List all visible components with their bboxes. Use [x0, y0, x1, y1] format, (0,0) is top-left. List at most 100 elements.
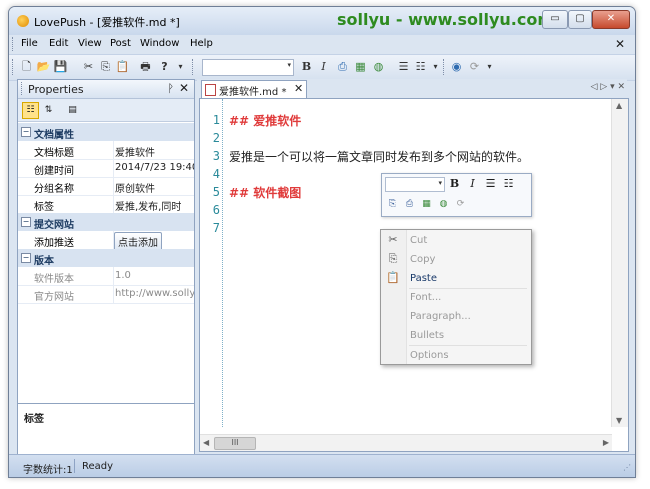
tab-navigation-icons[interactable]: ◁ ▷ ▾ ✕	[591, 82, 625, 92]
scroll-thumb[interactable]: III	[214, 437, 256, 450]
toolbar-overflow-icon-3[interactable]: ▾	[482, 60, 497, 74]
property-row-website[interactable]: 官方网站 http://www.sollyu.com	[18, 285, 194, 304]
vertical-scrollbar[interactable]: ▲ ▼	[611, 99, 628, 427]
copy-icon[interactable]: ⎘	[98, 60, 113, 74]
menu-item-bullets[interactable]: Bullets	[410, 330, 444, 341]
category-submit-sites[interactable]: − 提交网站	[18, 213, 194, 231]
document-tab-bar: 爱推软件.md * ✕ ◁ ▷ ▾ ✕	[197, 79, 627, 98]
image-icon[interactable]: ▦	[353, 60, 368, 74]
property-value[interactable]: 爱推软件	[115, 144, 194, 159]
mini-globe-icon[interactable]: ◍	[437, 198, 450, 210]
property-value[interactable]: 原创软件	[115, 180, 194, 195]
paste-icon: 📋	[386, 271, 400, 284]
property-row-group[interactable]: 分组名称 原创软件	[18, 177, 194, 196]
menu-item-paragraph[interactable]: Paragraph...	[410, 311, 471, 322]
property-description: 标签	[18, 403, 194, 457]
sync-icon[interactable]: ⟳	[467, 60, 482, 74]
line-number: 2	[212, 131, 220, 145]
mini-font-combo[interactable]: ▾	[385, 177, 445, 192]
link-icon[interactable]: ⎙	[335, 60, 350, 74]
help-icon[interactable]: ?	[157, 60, 172, 74]
menu-item-cut[interactable]: Cut	[410, 235, 427, 246]
line-number: 1	[212, 113, 220, 127]
line-number: 7	[212, 221, 220, 235]
code-line-heading[interactable]: ## 爱推软件	[229, 112, 301, 129]
category-document[interactable]: − 文档属性	[18, 123, 194, 141]
menu-item-paste[interactable]: Paste	[410, 273, 437, 284]
italic-button[interactable]: I	[316, 60, 331, 74]
mdi-close-icon[interactable]: ✕	[615, 37, 625, 51]
toolbar-overflow-icon-2[interactable]: ▾	[428, 60, 443, 74]
property-value[interactable]: 2014/7/23 19:40	[115, 162, 194, 173]
ready-status: Ready	[82, 461, 114, 472]
menu-item-copy[interactable]: Copy	[410, 254, 435, 265]
markdown-file-icon	[205, 84, 216, 96]
menu-item-options[interactable]: Options	[410, 350, 449, 361]
title-bar: LovePush - [爱推软件.md *] sollyu - www.soll…	[9, 7, 635, 35]
mini-bullets-icon[interactable]: ☰	[484, 177, 497, 190]
scroll-right-icon[interactable]: ▶	[603, 438, 609, 447]
properties-close-icon[interactable]: ✕	[179, 81, 189, 95]
mini-image-icon[interactable]: ▦	[420, 198, 433, 210]
numbering-icon[interactable]: ☷	[413, 60, 428, 74]
close-button[interactable]: ✕	[592, 10, 630, 29]
bullets-icon[interactable]: ☰	[396, 60, 411, 74]
print-icon[interactable]: 🖶	[138, 60, 153, 74]
cut-icon: ✂	[388, 233, 398, 246]
property-pages-icon[interactable]: ▤	[64, 102, 81, 119]
paste-icon[interactable]: 📋	[115, 60, 130, 74]
properties-header: Properties ᚹ ✕	[18, 80, 194, 99]
toolbar-overflow-icon[interactable]: ▾	[173, 60, 188, 74]
code-line-heading[interactable]: ## 软件截图	[229, 184, 301, 201]
tab-document[interactable]: 爱推软件.md * ✕	[201, 80, 307, 98]
bold-button[interactable]: B	[299, 60, 314, 74]
menu-bar: File Edit View Post Window Help ✕	[9, 35, 635, 54]
cut-icon[interactable]: ✂	[81, 60, 96, 74]
open-folder-icon[interactable]: 📂	[36, 60, 51, 74]
mini-bold-button[interactable]: B	[448, 177, 461, 190]
category-label: 提交网站	[34, 220, 74, 231]
menu-item-font[interactable]: Font...	[410, 292, 441, 303]
property-row-tags[interactable]: 标签 爱推,发布,同时	[18, 195, 194, 214]
pin-icon[interactable]: ᚹ	[167, 82, 174, 95]
property-row-title[interactable]: 文档标题 爱推软件	[18, 141, 194, 160]
minimize-button[interactable]: ▭	[542, 10, 568, 29]
scroll-down-icon[interactable]: ▼	[616, 416, 622, 425]
property-row-version[interactable]: 软件版本 1.0	[18, 267, 194, 286]
property-row-add-push[interactable]: 添加推送 点击添加	[18, 231, 194, 251]
menu-view[interactable]: View	[78, 38, 102, 49]
font-combo[interactable]: ▾	[202, 59, 294, 76]
column-divider	[113, 195, 114, 213]
globe-icon[interactable]: ◍	[371, 60, 386, 74]
scroll-up-icon[interactable]: ▲	[616, 101, 622, 110]
mini-link-icon[interactable]: ⎙	[403, 198, 416, 210]
alphabetical-icon[interactable]: ⇅	[40, 102, 57, 119]
save-icon[interactable]: 💾	[53, 60, 68, 74]
mini-numbering-icon[interactable]: ☷	[502, 177, 515, 190]
collapse-icon[interactable]: −	[21, 127, 31, 137]
resize-grip-icon[interactable]: ⋰	[623, 463, 631, 472]
menu-edit[interactable]: Edit	[49, 38, 68, 49]
new-file-icon[interactable]: 🗋	[19, 60, 34, 74]
menu-post[interactable]: Post	[110, 38, 131, 49]
categorized-icon[interactable]: ☷	[22, 102, 39, 119]
category-version[interactable]: − 版本	[18, 249, 194, 267]
collapse-icon[interactable]: −	[21, 253, 31, 263]
mini-sync-icon[interactable]: ⟳	[454, 198, 467, 210]
publish-icon[interactable]: ◉	[449, 60, 464, 74]
menu-file[interactable]: File	[21, 38, 38, 49]
menu-help[interactable]: Help	[190, 38, 213, 49]
horizontal-scrollbar[interactable]: ◀ III ▶	[200, 434, 612, 451]
code-line-text[interactable]: 爱推是一个可以将一篇文章同时发布到多个网站的软件。	[229, 148, 529, 165]
mini-italic-button[interactable]: I	[466, 177, 479, 190]
property-value[interactable]: 爱推,发布,同时	[115, 198, 194, 213]
tab-close-icon[interactable]: ✕	[294, 82, 303, 95]
mini-copy-icon[interactable]: ⎘	[386, 198, 399, 210]
property-row-created[interactable]: 创建时间 2014/7/23 19:40	[18, 159, 194, 178]
property-name: 创建时间	[34, 166, 74, 177]
menu-window[interactable]: Window	[140, 38, 179, 49]
main-window: LovePush - [爱推软件.md *] sollyu - www.soll…	[8, 6, 636, 478]
collapse-icon[interactable]: −	[21, 217, 31, 227]
scroll-left-icon[interactable]: ◀	[203, 438, 209, 447]
maximize-button[interactable]: ▢	[568, 10, 592, 29]
